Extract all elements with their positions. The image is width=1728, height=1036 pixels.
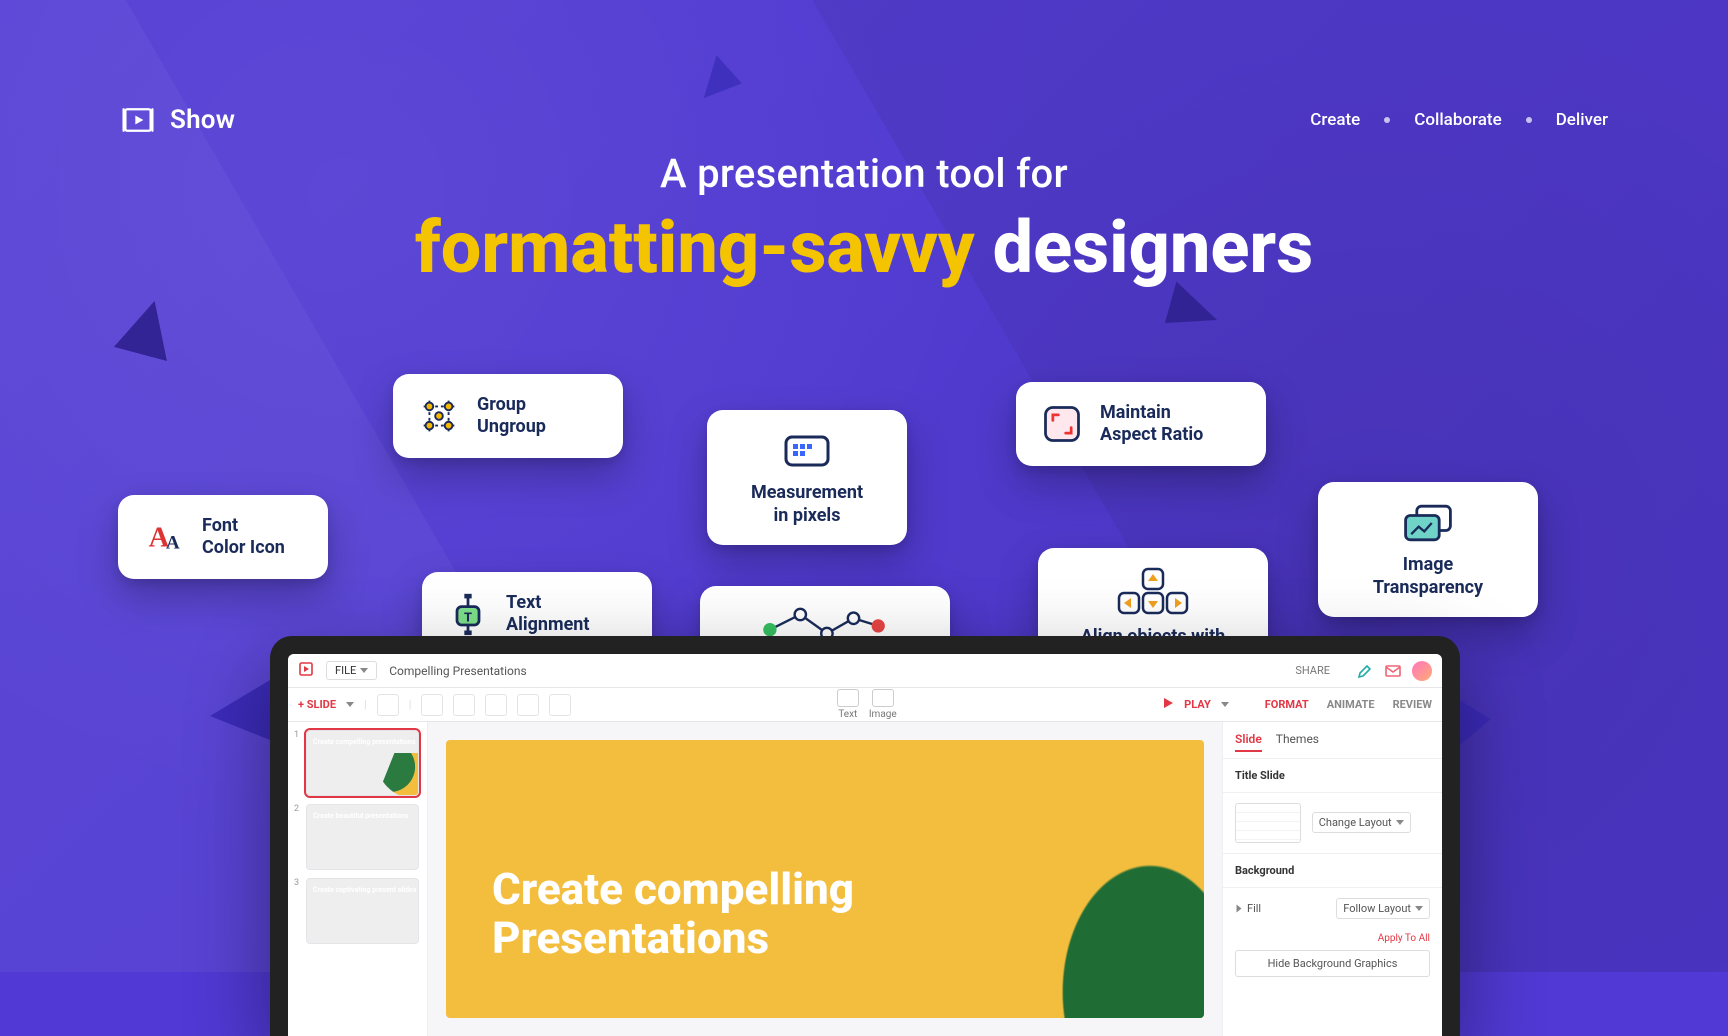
feature-card-measurement: Measurement in pixels	[707, 410, 907, 545]
group-ungroup-icon	[415, 392, 463, 440]
insert-image-button[interactable]: Image	[869, 689, 897, 720]
tab-animate[interactable]: ANIMATE	[1327, 698, 1375, 711]
panel-tab-themes[interactable]: Themes	[1276, 732, 1319, 752]
slide-title: Create compelling Presentations	[492, 865, 854, 962]
logo-text: Show	[170, 105, 235, 135]
redo-button[interactable]	[453, 694, 475, 716]
panel-layout-row: Change Layout	[1223, 792, 1442, 853]
slide-canvas[interactable]: Create compelling Presentations	[428, 722, 1222, 1036]
feature-label: Maintain Aspect Ratio	[1100, 402, 1203, 447]
aspect-ratio-icon	[1038, 400, 1086, 448]
feature-card-transparency: Image Transparency	[1318, 482, 1538, 617]
font-color-icon: AA	[140, 513, 188, 561]
tab-format[interactable]: FORMAT	[1265, 698, 1309, 711]
headline-rest: designers	[993, 205, 1314, 290]
nav-deliver[interactable]: Deliver	[1556, 110, 1608, 130]
image-transparency-icon	[1400, 500, 1456, 546]
app-stage: 1 Create compelling presentations 2 Crea…	[288, 722, 1442, 1036]
hero-headline: A presentation tool for formatting-savvy…	[0, 150, 1728, 290]
current-slide: Create compelling Presentations	[446, 740, 1204, 1018]
cut-button[interactable]	[485, 694, 507, 716]
slide-leaf-graphic	[954, 768, 1204, 1018]
svg-text:A: A	[166, 533, 180, 554]
file-menu-button[interactable]: FILE	[326, 661, 377, 680]
chevron-down-icon	[1221, 702, 1229, 707]
play-button[interactable]: PLAY	[1184, 698, 1211, 711]
app-monitor: FILE Compelling Presentations SHARE + SL…	[270, 636, 1460, 1036]
panel-section-title: Title Slide	[1223, 758, 1442, 792]
mail-icon[interactable]	[1384, 662, 1402, 680]
user-avatar[interactable]	[1412, 661, 1432, 681]
share-button[interactable]: SHARE	[1295, 664, 1330, 677]
layout-preview	[1235, 803, 1301, 843]
insert-text-button[interactable]: Text	[837, 689, 859, 720]
thumbnail[interactable]: 3 Create captivating present slides	[296, 878, 419, 944]
tab-review[interactable]: REVIEW	[1393, 698, 1432, 711]
document-name[interactable]: Compelling Presentations	[389, 664, 526, 678]
panel-section-background: Background	[1223, 853, 1442, 887]
fill-dropdown[interactable]: Follow Layout	[1336, 898, 1430, 919]
headline-line1: A presentation tool for	[0, 150, 1728, 197]
text-alignment-icon: T	[444, 590, 492, 638]
logo-icon	[120, 105, 156, 135]
feature-label: Font Color Icon	[202, 515, 285, 560]
panel-tab-slide[interactable]: Slide	[1235, 732, 1262, 752]
undo-button[interactable]	[421, 694, 443, 716]
chevron-down-icon	[360, 668, 368, 673]
app-titlebar: FILE Compelling Presentations SHARE	[288, 654, 1442, 688]
paste-button[interactable]	[549, 694, 571, 716]
nav-separator	[1526, 117, 1532, 123]
feature-card-group: Group Ungroup	[393, 374, 623, 458]
svg-text:T: T	[464, 610, 472, 625]
headline-line2: formatting-savvy designers	[0, 205, 1728, 290]
nav-links: Create Collaborate Deliver	[1310, 110, 1608, 130]
app-toolbar: + SLIDE | | Text Image PLAY FORMAT ANIMA…	[288, 688, 1442, 722]
nav-collaborate[interactable]: Collaborate	[1414, 110, 1501, 130]
arrow-keys-icon	[1114, 566, 1192, 618]
apply-to-all-link[interactable]: Apply To All	[1223, 929, 1442, 944]
add-slide-button[interactable]: + SLIDE	[298, 698, 336, 711]
feature-label: Group Ungroup	[477, 394, 546, 439]
thumbnail[interactable]: 1 Create compelling presentations	[296, 730, 419, 796]
right-tabs: FORMAT ANIMATE REVIEW	[1265, 698, 1432, 711]
app-logo-icon	[298, 662, 314, 679]
nav-separator	[1384, 117, 1390, 123]
hide-bg-graphics-button[interactable]: Hide Background Graphics	[1235, 950, 1430, 977]
slide-thumbnails: 1 Create compelling presentations 2 Crea…	[288, 722, 428, 1036]
pixels-icon	[779, 428, 835, 474]
site-header: Show Create Collaborate Deliver	[0, 90, 1728, 150]
logo[interactable]: Show	[120, 105, 235, 135]
thumbnail[interactable]: 2 Create beautiful presentations	[296, 804, 419, 870]
chevron-down-icon	[346, 702, 354, 707]
titlebar-icons	[1356, 661, 1432, 681]
feature-card-aspect: Maintain Aspect Ratio	[1016, 382, 1266, 466]
app-screen: FILE Compelling Presentations SHARE + SL…	[288, 654, 1442, 1036]
toolbar-button[interactable]	[377, 694, 399, 716]
headline-accent: formatting-savvy	[415, 205, 975, 290]
feature-label: Image Transparency	[1373, 554, 1483, 599]
fill-expand[interactable]: Fill	[1235, 902, 1261, 915]
feature-label: Measurement in pixels	[751, 482, 863, 527]
feature-label: Text Alignment	[506, 592, 590, 637]
brush-icon[interactable]	[1356, 662, 1374, 680]
play-icon	[1162, 697, 1174, 712]
format-panel: Slide Themes Title Slide Change Layout B…	[1222, 722, 1442, 1036]
change-layout-dropdown[interactable]: Change Layout	[1312, 812, 1411, 833]
panel-fill-row: Fill Follow Layout	[1223, 887, 1442, 929]
copy-button[interactable]	[517, 694, 539, 716]
nav-create[interactable]: Create	[1310, 110, 1360, 130]
feature-card-font-color: AA Font Color Icon	[118, 495, 328, 579]
